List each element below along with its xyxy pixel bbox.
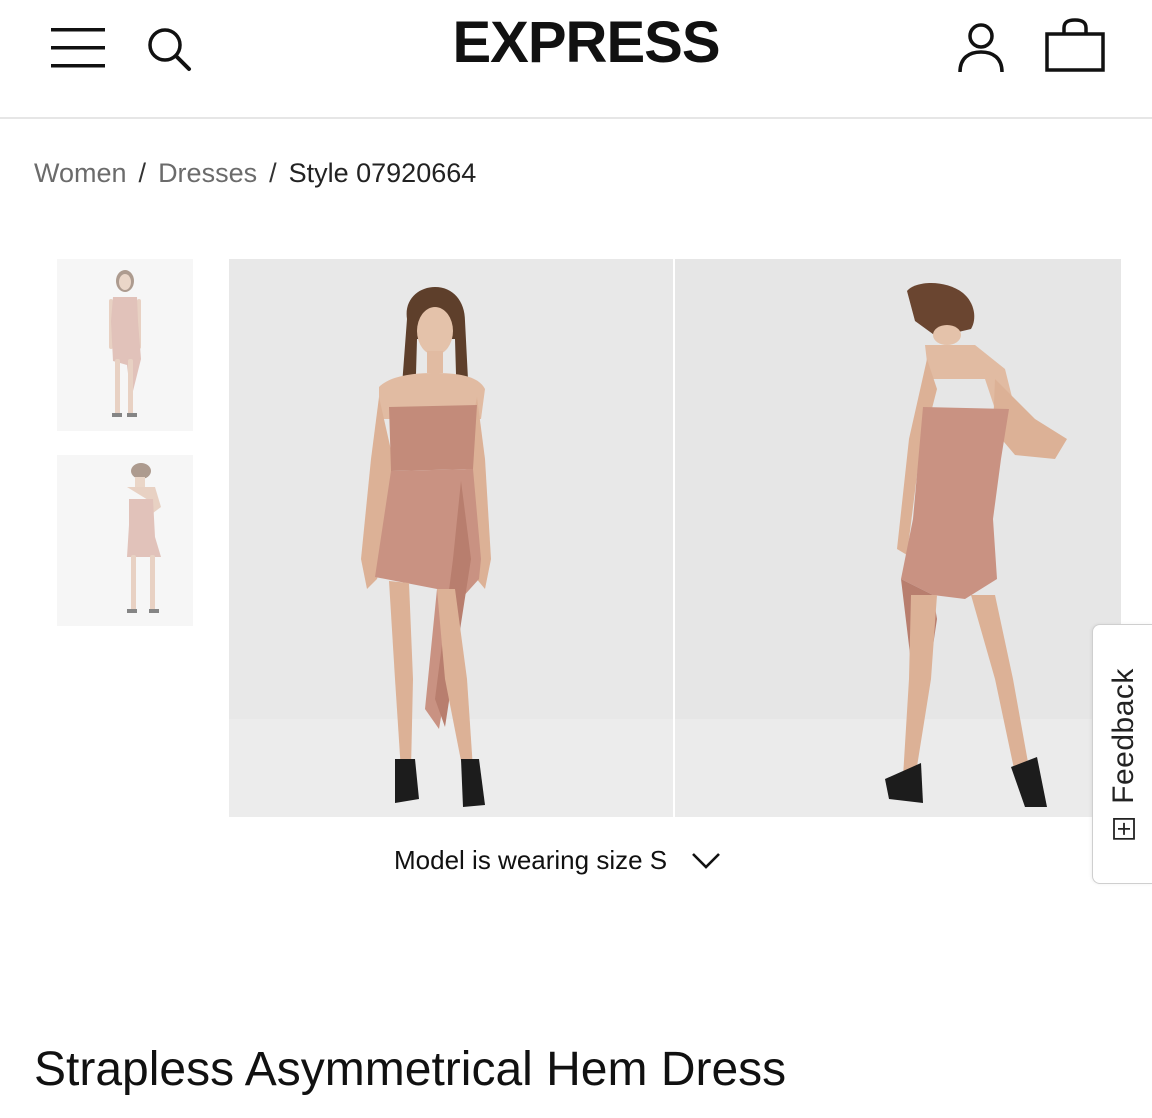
product-thumbnail-front[interactable] <box>57 259 193 431</box>
breadcrumb: Women / Dresses / Style 07920664 <box>34 155 476 191</box>
breadcrumb-current-style: Style 07920664 <box>288 158 477 188</box>
product-title: Strapless Asymmetrical Hem Dress <box>34 1043 787 1096</box>
product-thumbnail-back[interactable] <box>57 455 193 626</box>
site-header: EXPRESS <box>0 0 1152 119</box>
breadcrumb-dresses[interactable]: Dresses <box>158 155 257 191</box>
model-size-text: Model is wearing size S <box>394 844 668 875</box>
breadcrumb-women[interactable]: Women <box>34 155 127 191</box>
breadcrumb-separator: / <box>269 158 277 188</box>
express-logo[interactable]: EXPRESS <box>376 12 796 74</box>
feedback-plus-icon <box>1112 817 1135 840</box>
account-icon[interactable] <box>955 22 1007 74</box>
feedback-label: Feedback <box>1106 668 1140 804</box>
feedback-tab[interactable]: Feedback <box>1092 624 1152 884</box>
shopping-bag-icon[interactable] <box>1044 18 1106 74</box>
product-image-back[interactable] <box>675 259 1121 817</box>
search-icon[interactable] <box>144 24 194 74</box>
menu-icon[interactable] <box>51 26 105 70</box>
breadcrumb-separator: / <box>138 158 147 188</box>
product-image-front[interactable] <box>229 259 673 817</box>
model-size-toggle[interactable]: Model is wearing size S <box>394 842 721 878</box>
chevron-down-icon <box>692 853 721 869</box>
